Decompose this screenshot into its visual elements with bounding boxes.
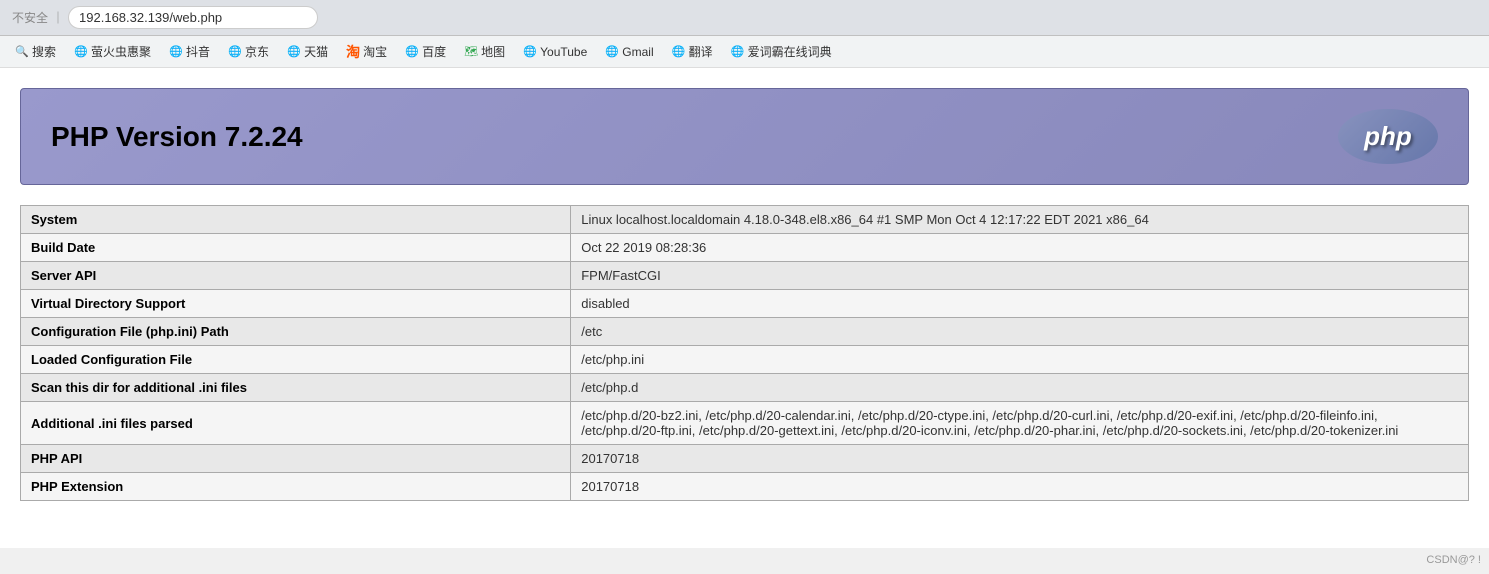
row-value: /etc/php.d <box>571 374 1469 402</box>
globe-icon-3: 🌐 <box>228 45 242 59</box>
separator: ｜ <box>52 9 64 26</box>
globe-icon-5: 🌐 <box>405 45 419 59</box>
globe-icon-2: 🌐 <box>169 45 183 59</box>
php-logo: php <box>1338 109 1438 164</box>
row-value: disabled <box>571 290 1469 318</box>
globe-icon-4: 🌐 <box>287 45 301 59</box>
page-content: PHP Version 7.2.24 php SystemLinux local… <box>0 68 1489 548</box>
row-value: Linux localhost.localdomain 4.18.0-348.e… <box>571 206 1469 234</box>
bookmark-tianmao-label: 天猫 <box>304 43 328 60</box>
table-row: PHP API20170718 <box>21 445 1469 473</box>
bookmark-youtube-label: YouTube <box>540 45 587 59</box>
table-row: Virtual Directory Supportdisabled <box>21 290 1469 318</box>
bookmark-translate-label: 翻译 <box>689 43 713 60</box>
bookmark-search-label: 搜索 <box>32 43 56 60</box>
row-key: PHP Extension <box>21 473 571 501</box>
bookmark-map-label: 地图 <box>481 43 505 60</box>
table-row: Loaded Configuration File/etc/php.ini <box>21 346 1469 374</box>
row-value: /etc <box>571 318 1469 346</box>
address-bar[interactable]: 192.168.32.139/web.php <box>68 6 318 29</box>
bookmark-map[interactable]: 🗺 地图 <box>457 40 512 63</box>
bookmark-huochong-label: 萤火虫惠聚 <box>91 43 151 60</box>
row-key: Configuration File (php.ini) Path <box>21 318 571 346</box>
bookmark-douyin[interactable]: 🌐 抖音 <box>162 40 217 63</box>
globe-icon-1: 🌐 <box>74 45 88 59</box>
row-key: PHP API <box>21 445 571 473</box>
bookmark-jingdong[interactable]: 🌐 京东 <box>221 40 276 63</box>
csdn-watermark: CSDN@? ! <box>1426 554 1481 566</box>
phpinfo-title: PHP Version 7.2.24 <box>51 121 303 153</box>
table-row: Additional .ini files parsed/etc/php.d/2… <box>21 402 1469 445</box>
globe-icon-6: 🌐 <box>605 45 619 59</box>
bookmark-gmail[interactable]: 🌐 Gmail <box>598 42 660 62</box>
table-row: PHP Extension20170718 <box>21 473 1469 501</box>
youtube-icon: 🌐 <box>523 45 537 59</box>
row-value: 20170718 <box>571 473 1469 501</box>
table-row: Server APIFPM/FastCGI <box>21 262 1469 290</box>
bookmark-aicidian[interactable]: 🌐 爱词霸在线词典 <box>724 40 839 63</box>
row-value: /etc/php.ini <box>571 346 1469 374</box>
bookmark-taobao-label: 淘宝 <box>363 43 387 60</box>
table-row: SystemLinux localhost.localdomain 4.18.0… <box>21 206 1469 234</box>
bookmark-tianmao[interactable]: 🌐 天猫 <box>280 40 335 63</box>
taobao-icon: 淘 <box>346 45 360 59</box>
bookmark-search[interactable]: 🔍 搜索 <box>8 40 63 63</box>
row-key: Build Date <box>21 234 571 262</box>
row-value: 20170718 <box>571 445 1469 473</box>
bookmark-douyin-label: 抖音 <box>186 43 210 60</box>
row-key: System <box>21 206 571 234</box>
row-key: Server API <box>21 262 571 290</box>
bookmark-translate[interactable]: 🌐 翻译 <box>665 40 720 63</box>
row-key: Virtual Directory Support <box>21 290 571 318</box>
security-indicator: 不安全 ｜ 192.168.32.139/web.php <box>12 6 318 29</box>
row-key: Additional .ini files parsed <box>21 402 571 445</box>
search-icon: 🔍 <box>15 45 29 59</box>
row-value: Oct 22 2019 08:28:36 <box>571 234 1469 262</box>
table-row: Scan this dir for additional .ini files/… <box>21 374 1469 402</box>
bookmark-huochong[interactable]: 🌐 萤火虫惠聚 <box>67 40 158 63</box>
row-key: Loaded Configuration File <box>21 346 571 374</box>
bookmark-baidu-label: 百度 <box>422 43 446 60</box>
phpinfo-header: PHP Version 7.2.24 php <box>20 88 1469 185</box>
bookmark-taobao[interactable]: 淘 淘宝 <box>339 40 394 63</box>
bookmarks-bar: 🔍 搜索 🌐 萤火虫惠聚 🌐 抖音 🌐 京东 🌐 天猫 淘 淘宝 🌐 百度 🗺 … <box>0 36 1489 68</box>
globe-icon-7: 🌐 <box>731 45 745 59</box>
bookmark-baidu[interactable]: 🌐 百度 <box>398 40 453 63</box>
row-value: /etc/php.d/20-bz2.ini, /etc/php.d/20-cal… <box>571 402 1469 445</box>
bookmark-aicidian-label: 爱词霸在线词典 <box>748 43 832 60</box>
table-row: Configuration File (php.ini) Path/etc <box>21 318 1469 346</box>
row-value: FPM/FastCGI <box>571 262 1469 290</box>
translate-icon: 🌐 <box>672 45 686 59</box>
phpinfo-table: SystemLinux localhost.localdomain 4.18.0… <box>20 205 1469 501</box>
map-icon: 🗺 <box>464 45 478 59</box>
bookmark-jingdong-label: 京东 <box>245 43 269 60</box>
php-logo-text: php <box>1364 121 1412 152</box>
browser-bar: 不安全 ｜ 192.168.32.139/web.php <box>0 0 1489 36</box>
bookmark-gmail-label: Gmail <box>622 45 653 59</box>
security-text: 不安全 <box>12 9 48 26</box>
row-key: Scan this dir for additional .ini files <box>21 374 571 402</box>
bookmark-youtube[interactable]: 🌐 YouTube <box>516 42 594 62</box>
table-row: Build DateOct 22 2019 08:28:36 <box>21 234 1469 262</box>
